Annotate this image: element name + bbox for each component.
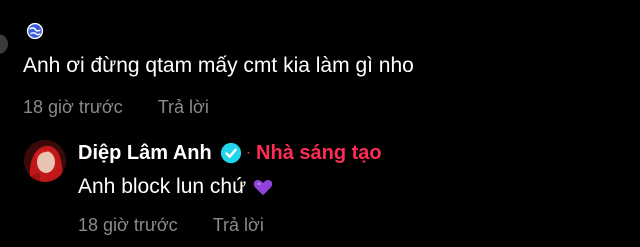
comment-timestamp: 18 giờ trước <box>23 97 123 117</box>
comment-meta: 18 giờ trước Trả lời <box>23 96 209 118</box>
purple-heart-icon <box>253 179 273 196</box>
reply-header: Diệp Lâm Anh · Nhà sáng tạo <box>78 140 382 166</box>
avatar[interactable] <box>24 140 66 182</box>
separator-dot: · <box>245 144 252 161</box>
comment-text: Anh ơi đừng qtam mấy cmt kia làm gì nho <box>23 54 414 77</box>
reply-meta: 18 giờ trước Trả lời <box>78 214 264 236</box>
reply-body: Anh block lun chứ <box>78 174 274 200</box>
verified-icon <box>220 142 241 164</box>
author-name[interactable]: Diệp Lâm Anh <box>78 142 212 165</box>
creator-badge: Nhà sáng tạo <box>256 141 382 164</box>
reply-button[interactable]: Trả lời <box>158 96 209 118</box>
avatar-image <box>24 140 66 182</box>
reply-button[interactable]: Trả lời <box>213 214 264 236</box>
avatar[interactable] <box>0 34 8 54</box>
globe-icon <box>26 22 44 40</box>
comment-thread: Anh ơi đừng qtam mấy cmt kia làm gì nho … <box>0 0 640 247</box>
reply-text: Anh block lun chứ <box>78 175 247 198</box>
reply-timestamp: 18 giờ trước <box>78 215 178 235</box>
